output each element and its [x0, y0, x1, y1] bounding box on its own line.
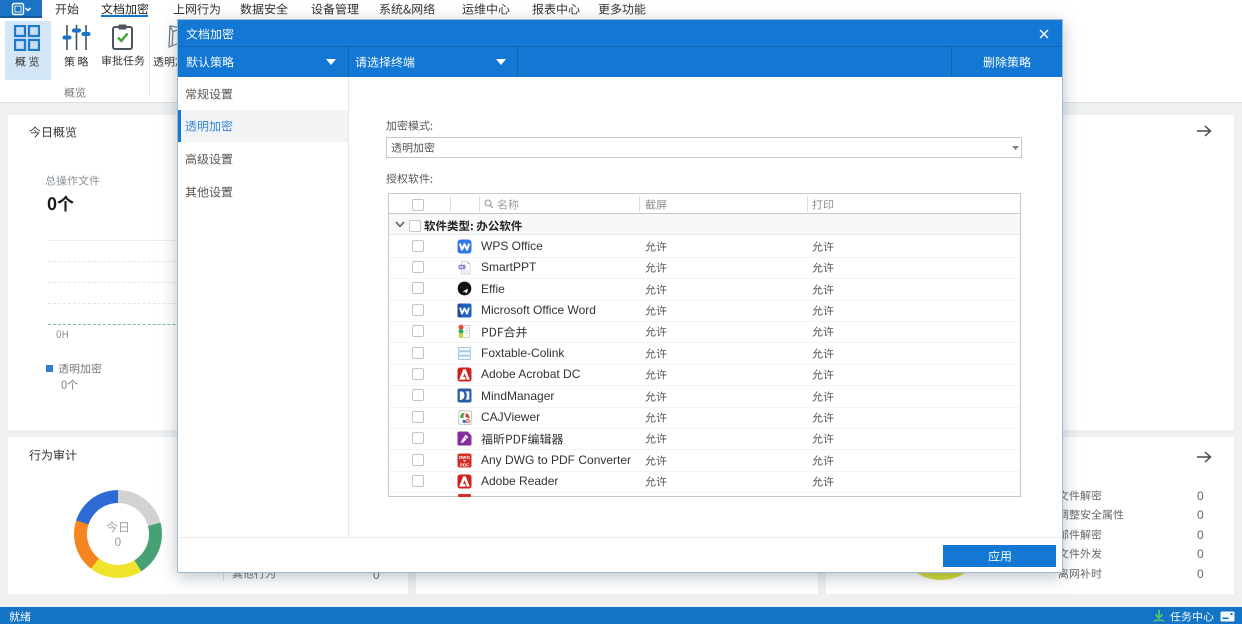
svg-text:DWG: DWG [459, 455, 470, 460]
svg-text:PDF: PDF [460, 462, 469, 467]
